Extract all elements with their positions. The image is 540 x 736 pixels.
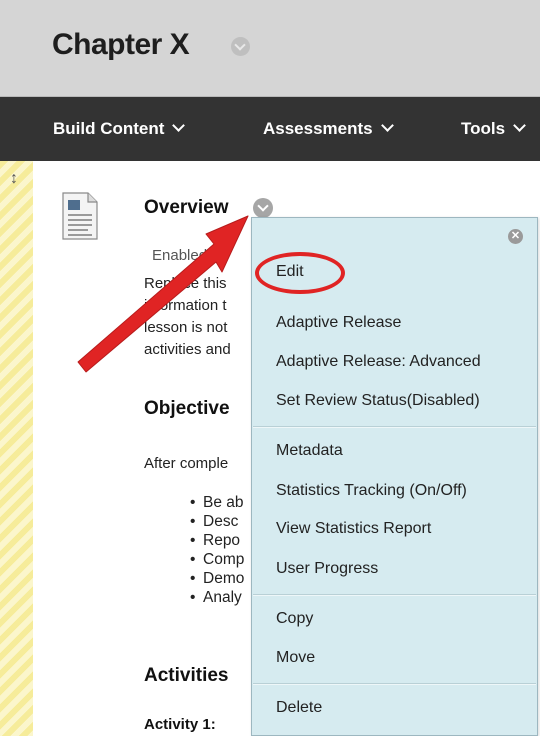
chevron-down-icon[interactable] — [253, 198, 273, 218]
list-item: Demo — [190, 569, 244, 588]
menu-divider — [253, 683, 536, 685]
tools-menu[interactable]: Tools — [461, 119, 526, 139]
context-menu: ✕ Edit Adaptive Release Adaptive Release… — [251, 217, 538, 736]
chevron-down-icon — [380, 119, 394, 132]
menu-item-set-review-status[interactable]: Set Review Status(Disabled) — [276, 392, 480, 410]
menu-item-metadata[interactable]: Metadata — [276, 442, 343, 460]
content-item-stripe — [0, 161, 33, 736]
menu-item-delete[interactable]: Delete — [276, 699, 322, 717]
activities-heading: Activities — [144, 665, 229, 686]
drag-handle-icon[interactable]: ↕ — [10, 170, 18, 188]
nav-label: Build Content — [53, 119, 165, 138]
list-item: Desc — [190, 512, 244, 531]
document-icon — [62, 192, 98, 240]
content-item-title[interactable]: Overview — [144, 197, 229, 219]
close-icon[interactable]: ✕ — [508, 229, 523, 244]
action-bar: Build Content Assessments Tools — [0, 97, 540, 161]
highlight-circle — [255, 252, 345, 294]
menu-item-user-progress[interactable]: User Progress — [276, 560, 378, 578]
chevron-down-icon — [172, 119, 186, 132]
list-item: Be ab — [190, 493, 244, 512]
menu-divider — [253, 426, 536, 428]
page-title: Chapter X — [52, 28, 190, 61]
menu-item-statistics-tracking[interactable]: Statistics Tracking (On/Off) — [276, 482, 467, 500]
list-item: Analy — [190, 588, 244, 607]
menu-item-adaptive-release-advanced[interactable]: Adaptive Release: Advanced — [276, 353, 481, 371]
availability-status: Enabled: — [152, 247, 212, 264]
description-line: Replace this — [144, 275, 227, 292]
build-content-menu[interactable]: Build Content — [53, 119, 186, 139]
chevron-down-icon[interactable] — [231, 37, 250, 56]
menu-divider — [253, 594, 536, 596]
objectives-list: Be ab Desc Repo Comp Demo Analy — [190, 493, 244, 607]
menu-item-adaptive-release[interactable]: Adaptive Release — [276, 314, 401, 332]
menu-item-copy[interactable]: Copy — [276, 610, 313, 628]
menu-item-move[interactable]: Move — [276, 649, 315, 667]
description-line: information t — [144, 297, 227, 314]
chevron-down-icon — [513, 119, 526, 132]
objectives-intro: After comple — [144, 455, 229, 472]
nav-label: Tools — [461, 119, 506, 138]
menu-item-view-statistics-report[interactable]: View Statistics Report — [276, 520, 431, 538]
page-header: Chapter X — [0, 0, 540, 97]
list-item: Comp — [190, 550, 244, 569]
activity-label: Activity 1: — [144, 716, 216, 733]
description-line: activities and — [144, 341, 231, 358]
description-line: lesson is not — [144, 319, 228, 336]
nav-label: Assessments — [263, 119, 373, 138]
list-item: Repo — [190, 531, 244, 550]
objectives-heading: Objective — [144, 398, 230, 419]
assessments-menu[interactable]: Assessments — [263, 119, 394, 139]
